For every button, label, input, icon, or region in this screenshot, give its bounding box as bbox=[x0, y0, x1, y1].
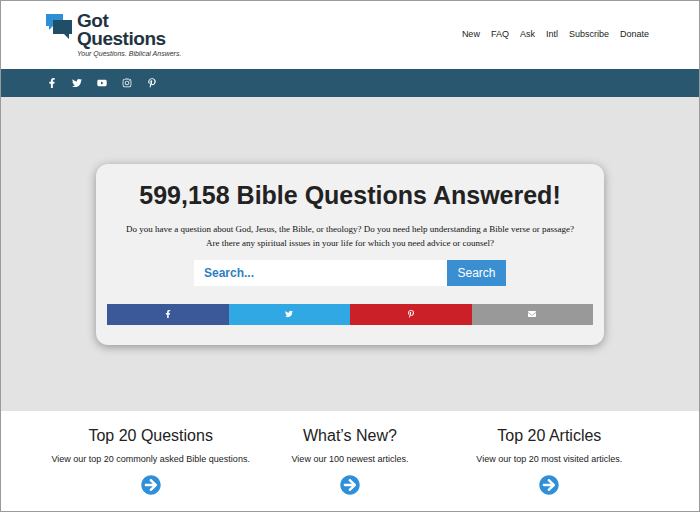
nav-link[interactable]: Donate bbox=[620, 28, 649, 42]
feature-description: View our top 20 most visited articles. bbox=[476, 453, 622, 465]
logo-tagline: Your Questions. Biblical Answers. bbox=[77, 49, 181, 59]
arrow-right-icon bbox=[539, 475, 559, 495]
instagram-icon bbox=[122, 78, 132, 88]
features: Top 20 Questions View our top 20 commonly… bbox=[1, 411, 699, 511]
feature-description: View our 100 newest articles. bbox=[292, 453, 409, 465]
pinterest-icon bbox=[407, 310, 415, 318]
social-link[interactable] bbox=[72, 78, 82, 88]
hero-card: 599,158 Bible Questions Answered! Do you … bbox=[96, 164, 604, 345]
social-link[interactable] bbox=[97, 78, 107, 88]
hero-description: Do you have a question about God, Jesus,… bbox=[126, 222, 574, 250]
share-bar bbox=[107, 304, 593, 325]
feature-card: Top 20 Articles View our top 20 most visi… bbox=[450, 425, 649, 511]
search-button[interactable]: Search bbox=[447, 260, 506, 286]
email-icon bbox=[528, 310, 536, 318]
feature-card: Top 20 Questions View our top 20 commonly… bbox=[51, 425, 250, 511]
feature-title: Top 20 Articles bbox=[497, 425, 601, 447]
feature-title: What’s New? bbox=[303, 425, 397, 447]
feature-card: What’s New? View our 100 newest articles. bbox=[250, 425, 449, 511]
nav-link[interactable]: Subscribe bbox=[569, 28, 609, 42]
social-link[interactable] bbox=[47, 78, 57, 88]
pinterest-icon bbox=[147, 78, 157, 88]
logo-text: Got bbox=[77, 12, 181, 30]
nav-link[interactable]: Intl bbox=[546, 28, 558, 42]
nav-link[interactable]: Ask bbox=[520, 28, 535, 42]
main-nav: New FAQ Ask Intl Subscribe Donate bbox=[462, 28, 649, 42]
page: GotQuestionsYour Questions. Biblical Ans… bbox=[0, 0, 700, 512]
feature-link[interactable] bbox=[340, 475, 360, 495]
share-button[interactable] bbox=[229, 304, 351, 325]
youtube-icon bbox=[97, 78, 107, 88]
hero: 599,158 Bible Questions Answered! Do you … bbox=[1, 97, 699, 411]
header: GotQuestionsYour Questions. Biblical Ans… bbox=[1, 1, 699, 69]
nav-link[interactable]: New bbox=[462, 28, 480, 42]
twitter-icon bbox=[285, 310, 293, 318]
facebook-icon bbox=[47, 78, 57, 88]
share-button[interactable] bbox=[350, 304, 472, 325]
logo-text: Questions bbox=[77, 30, 181, 48]
feature-description: View our top 20 commonly asked Bible que… bbox=[51, 453, 249, 465]
hero-title: 599,158 Bible Questions Answered! bbox=[139, 178, 560, 212]
social-link[interactable] bbox=[147, 78, 157, 88]
arrow-right-icon bbox=[141, 475, 161, 495]
feature-link[interactable] bbox=[141, 475, 161, 495]
twitter-icon bbox=[72, 78, 82, 88]
share-button[interactable] bbox=[472, 304, 594, 325]
speech-bubbles-icon bbox=[45, 12, 73, 42]
feature-link[interactable] bbox=[539, 475, 559, 495]
arrow-right-icon bbox=[340, 475, 360, 495]
facebook-icon bbox=[164, 310, 172, 318]
search-form: Search bbox=[194, 260, 506, 286]
search-input[interactable] bbox=[194, 260, 447, 286]
share-button[interactable] bbox=[107, 304, 229, 325]
feature-title: Top 20 Questions bbox=[88, 425, 213, 447]
logo[interactable]: GotQuestionsYour Questions. Biblical Ans… bbox=[45, 12, 181, 59]
social-bar bbox=[1, 69, 699, 97]
nav-link[interactable]: FAQ bbox=[491, 28, 509, 42]
social-link[interactable] bbox=[122, 78, 132, 88]
